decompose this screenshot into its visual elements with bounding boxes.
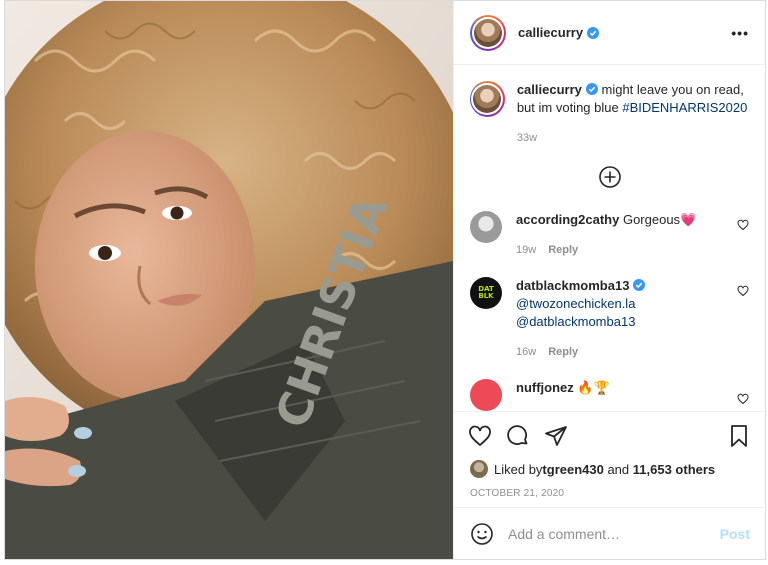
like-heart-icon[interactable] <box>468 424 492 448</box>
post-side-panel: calliecurry ••• calliecurry might leave … <box>453 1 766 559</box>
reply-button[interactable]: Reply <box>548 244 578 256</box>
post-photo[interactable]: CHRISTIA <box>5 1 453 559</box>
comment-avatar[interactable] <box>470 211 502 243</box>
post-date[interactable]: OCTOBER 21, 2020 <box>454 488 765 499</box>
more-icon[interactable]: ••• <box>731 25 749 41</box>
comment-input[interactable] <box>508 525 708 542</box>
load-more-comments <box>470 165 749 189</box>
heart-icon[interactable] <box>737 219 749 231</box>
caption-avatar[interactable] <box>470 81 505 117</box>
comment-item: nuffjonez 🔥🏆 <box>470 379 749 411</box>
comment-item: according2cathy Gorgeous💗 19w Reply <box>470 211 749 259</box>
comment-mention[interactable]: @twozonechicken.la <box>516 295 736 313</box>
comment-item: DAT BLK datblackmomba13 @twozonechicken.… <box>470 277 749 361</box>
action-bar <box>454 412 765 460</box>
comment-avatar[interactable]: DAT BLK <box>470 277 502 309</box>
comment-text: Gorgeous💗 <box>622 212 697 227</box>
comment-meta: 19w Reply <box>516 241 736 259</box>
likes-prefix: Liked by <box>494 461 543 477</box>
caption-age: 33w <box>516 132 538 144</box>
author-username[interactable]: calliecurry <box>518 25 583 40</box>
likes-summary: Liked by tgreen430 and 11,653 others <box>454 460 765 478</box>
comment-icon[interactable] <box>506 424 530 448</box>
reply-button[interactable]: Reply <box>548 346 578 358</box>
comment-mention[interactable]: @datblackmomba13 <box>516 313 736 331</box>
liker-avatar[interactable] <box>470 460 488 478</box>
bookmark-icon[interactable] <box>727 424 751 448</box>
emoji-icon[interactable] <box>470 522 494 546</box>
comment-avatar[interactable] <box>470 379 502 411</box>
share-icon[interactable] <box>544 424 568 448</box>
comment-text: 🔥🏆 <box>577 380 610 395</box>
heart-icon[interactable] <box>737 393 749 405</box>
caption-hashtag[interactable]: #BIDENHARRIS2020 <box>622 100 747 115</box>
comments-list[interactable]: calliecurry might leave you on read, but… <box>454 65 765 412</box>
heart-icon[interactable] <box>737 285 749 297</box>
comment-username[interactable]: nuffjonez <box>516 380 574 395</box>
post-comment-button[interactable]: Post <box>720 526 750 542</box>
verified-icon <box>585 83 598 95</box>
load-more-icon[interactable] <box>598 165 622 189</box>
photo-illustration: CHRISTIA <box>5 1 453 559</box>
comment-username[interactable]: datblackmomba13 <box>516 278 629 293</box>
likes-middle: and <box>603 461 633 477</box>
comment-meta: 16w Reply <box>516 343 736 361</box>
verified-icon <box>587 26 600 39</box>
verified-icon <box>633 279 646 291</box>
caption-meta: 33w <box>517 129 749 147</box>
caption: calliecurry might leave you on read, but… <box>470 81 749 147</box>
comment-age: 16w <box>516 346 537 358</box>
likes-count[interactable]: 11,653 others <box>633 462 715 477</box>
post-header: calliecurry ••• <box>454 1 765 65</box>
add-comment-bar: Post <box>454 507 766 559</box>
post-frame: CHRISTIA calliecurry ••• calliecurry mig… <box>4 0 766 560</box>
author-avatar[interactable] <box>470 14 506 51</box>
liker-username[interactable]: tgreen430 <box>542 462 603 477</box>
caption-username[interactable]: calliecurry <box>517 82 582 97</box>
comment-age: 19w <box>516 244 537 256</box>
comment-username[interactable]: according2cathy <box>516 212 619 227</box>
comment-avatar-text: DAT BLK <box>478 285 494 300</box>
